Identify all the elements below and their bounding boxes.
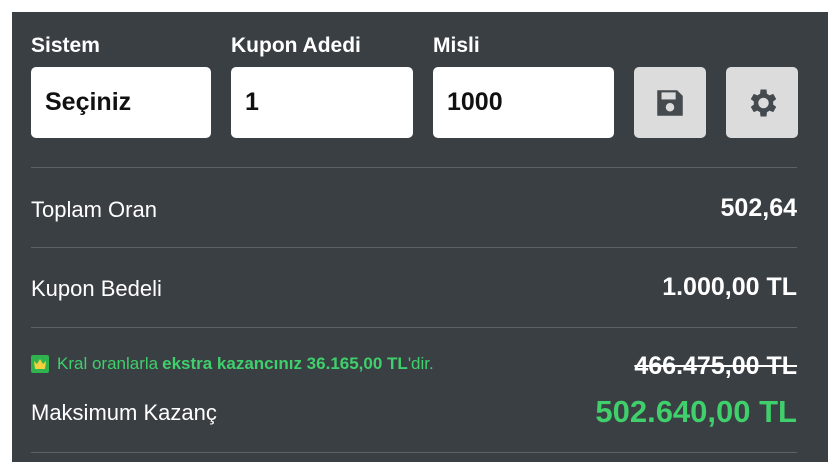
save-button[interactable] — [634, 67, 706, 138]
floppy-disk-icon — [657, 89, 683, 116]
sistem-label: Sistem — [31, 34, 100, 57]
max-kazanc-value: 502.640,00 TL — [595, 394, 797, 429]
toplam-oran-value: 502,64 — [720, 194, 797, 222]
gear-icon — [750, 89, 777, 116]
settings-button[interactable] — [726, 67, 798, 138]
divider — [31, 167, 797, 168]
crown-icon — [31, 355, 49, 373]
kupon-bedeli-label: Kupon Bedeli — [31, 276, 162, 301]
kupon-adedi-value: 1 — [245, 88, 259, 116]
sistem-select[interactable]: Seçiniz — [31, 67, 211, 138]
promo-prefix: Kral oranlarla — [57, 354, 159, 373]
promo-extra-amount: ekstra kazancınız 36.165,00 TL — [162, 354, 408, 373]
divider — [31, 247, 797, 248]
old-max-value: 466.475,00 TL — [634, 352, 797, 380]
toplam-oran-label: Toplam Oran — [31, 197, 157, 222]
coupon-panel: Sistem Kupon Adedi Misli Seçiniz 1 1000 … — [12, 12, 828, 462]
kupon-adedi-input[interactable]: 1 — [231, 67, 413, 138]
promo-message: Kral oranlarla ekstra kazancınız 36.165,… — [31, 354, 434, 374]
misli-input[interactable]: 1000 — [433, 67, 614, 138]
sistem-select-value: Seçiniz — [45, 88, 132, 116]
misli-label: Misli — [433, 34, 480, 57]
kupon-adedi-label: Kupon Adedi — [231, 34, 361, 57]
misli-value: 1000 — [447, 88, 503, 116]
divider — [31, 452, 797, 453]
kupon-bedeli-value: 1.000,00 TL — [662, 273, 797, 301]
max-kazanc-label: Maksimum Kazanç — [31, 400, 217, 425]
divider — [31, 327, 797, 328]
promo-suffix: 'dir. — [407, 354, 434, 373]
